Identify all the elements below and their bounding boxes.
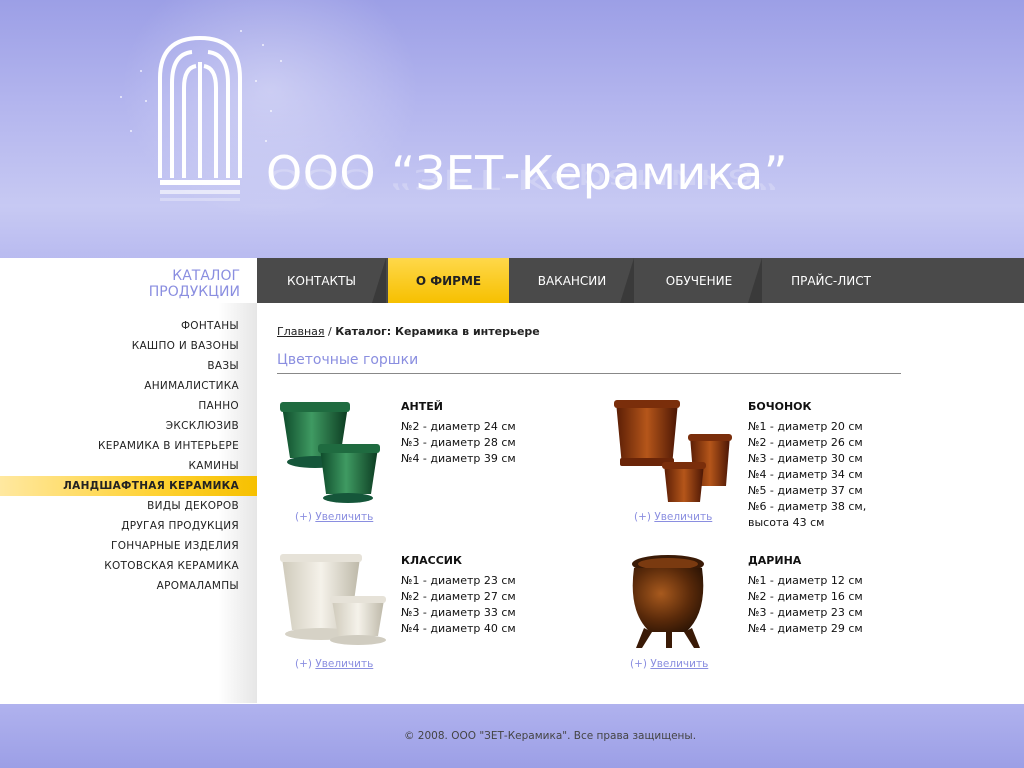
catalog-title: КАТАЛОГ ПРОДУКЦИИ xyxy=(148,268,240,300)
product-name-klassik: КЛАССИК xyxy=(401,554,462,567)
breadcrumb-home-link[interactable]: Главная xyxy=(277,325,325,338)
product-image-klassik[interactable] xyxy=(278,552,388,648)
sidebar-item-fireplaces[interactable]: КАМИНЫ xyxy=(0,456,257,476)
sidebar-item-decor-types[interactable]: ВИДЫ ДЕКОРОВ xyxy=(0,496,257,516)
company-name-reflection: ООО “ЗЕТ-Керамика” xyxy=(266,163,780,196)
product-name-antey: АНТЕЙ xyxy=(401,400,443,413)
top-navigation: КОНТАКТЫ О ФИРМЕ ВАКАНСИИ ОБУЧЕНИЕ ПРАЙС… xyxy=(257,258,1024,303)
site-header: ООО “ЗЕТ-Керамика” ООО “ЗЕТ-Керамика” xyxy=(0,0,1024,258)
breadcrumb: Главная / Каталог: Керамика в интерьере xyxy=(277,325,540,338)
catalog-menu: ФОНТАНЫ КАШПО И ВАЗОНЫ ВАЗЫ АНИМАЛИСТИКА… xyxy=(0,316,257,596)
zoom-link-darina[interactable]: (+) Увеличить xyxy=(630,658,708,670)
product-name-darina: ДАРИНА xyxy=(748,554,802,567)
sidebar-item-animalistics[interactable]: АНИМАЛИСТИКА xyxy=(0,376,257,396)
product-specs-darina: №1 - диаметр 12 см №2 - диаметр 16 см №3… xyxy=(748,574,863,635)
product-image-bochonok[interactable] xyxy=(612,398,732,506)
sidebar-item-vases[interactable]: ВАЗЫ xyxy=(0,356,257,376)
zoom-link-klassik[interactable]: (+) Увеличить xyxy=(295,658,373,670)
nav-about-company[interactable]: О ФИРМЕ xyxy=(388,258,509,303)
product-specs-antey: №2 - диаметр 24 см №3 - диаметр 28 см №4… xyxy=(401,420,516,465)
copyright-text: © 2008. ООО "ЗЕТ-Керамика". Все права за… xyxy=(403,730,697,742)
sidebar-item-landscape-ceramics[interactable]: ЛАНДШАФТНАЯ КЕРАМИКА xyxy=(0,476,257,496)
product-name-bochonok: БОЧОНОК xyxy=(748,400,812,413)
sidebar-item-other-products[interactable]: ДРУГАЯ ПРОДУКЦИЯ xyxy=(0,516,257,536)
sidebar-item-fountains[interactable]: ФОНТАНЫ xyxy=(0,316,257,336)
breadcrumb-current: Каталог: Керамика в интерьере xyxy=(335,325,540,338)
product-specs-bochonok: №1 - диаметр 20 см №2 - диаметр 26 см №3… xyxy=(748,420,867,529)
sidebar-item-interior-ceramics[interactable]: КЕРАМИКА В ИНТЕРЬЕРЕ xyxy=(0,436,257,456)
zoom-link-antey[interactable]: (+) Увеличить xyxy=(295,511,373,523)
title-divider xyxy=(277,373,901,374)
company-logo-icon[interactable] xyxy=(150,28,250,208)
sidebar-item-exclusive[interactable]: ЭКСКЛЮЗИВ xyxy=(0,416,257,436)
page-title: Цветочные горшки xyxy=(277,352,419,368)
nav-vacancies[interactable]: ВАКАНСИИ xyxy=(510,258,634,303)
product-image-antey[interactable] xyxy=(278,398,382,506)
product-specs-klassik: №1 - диаметр 23 см №2 - диаметр 27 см №3… xyxy=(401,574,516,635)
sidebar: ФОНТАНЫ КАШПО И ВАЗОНЫ ВАЗЫ АНИМАЛИСТИКА… xyxy=(0,303,257,703)
sidebar-item-pottery[interactable]: ГОНЧАРНЫЕ ИЗДЕЛИЯ xyxy=(0,536,257,556)
sidebar-item-kotovsk-ceramics[interactable]: КОТОВСКАЯ КЕРАМИКА xyxy=(0,556,257,576)
site-footer: © 2008. ООО "ЗЕТ-Керамика". Все права за… xyxy=(0,704,1024,768)
sidebar-item-planters[interactable]: КАШПО И ВАЗОНЫ xyxy=(0,336,257,356)
zoom-link-bochonok[interactable]: (+) Увеличить xyxy=(634,511,712,523)
nav-contacts[interactable]: КОНТАКТЫ xyxy=(257,258,386,303)
product-image-darina[interactable] xyxy=(626,552,710,652)
sidebar-item-panels[interactable]: ПАННО xyxy=(0,396,257,416)
nav-price-list[interactable]: ПРАЙС-ЛИСТ xyxy=(763,258,899,303)
sidebar-item-aroma-lamps[interactable]: АРОМАЛАМПЫ xyxy=(0,576,257,596)
nav-training[interactable]: ОБУЧЕНИЕ xyxy=(636,258,762,303)
